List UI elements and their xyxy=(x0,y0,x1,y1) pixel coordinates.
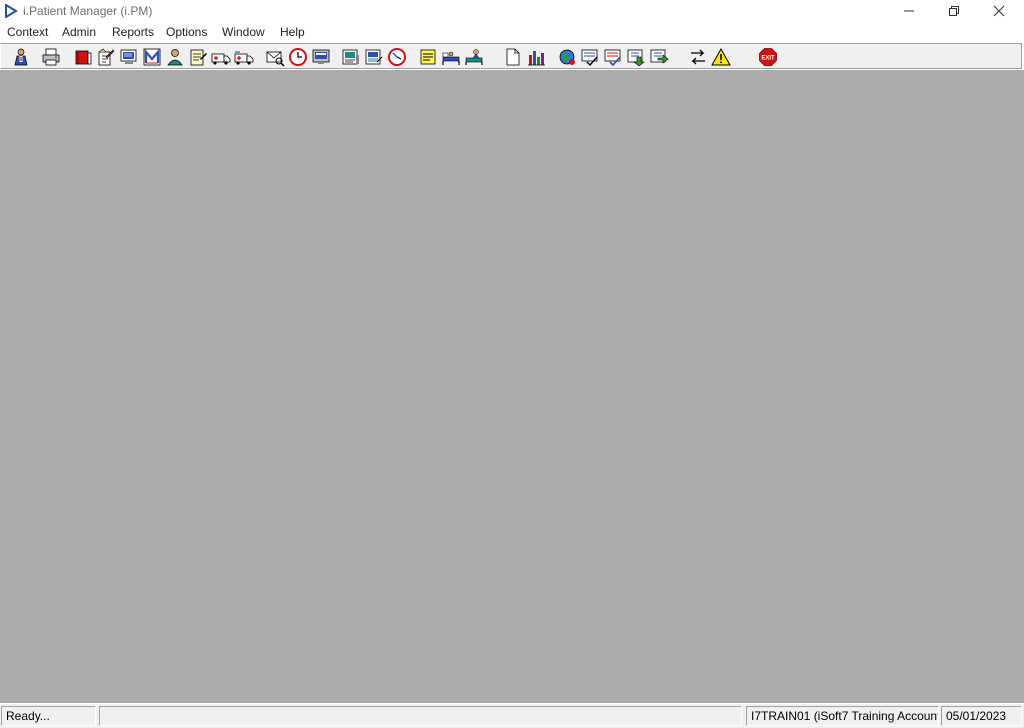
toolbar-button-ambulance[interactable] xyxy=(211,47,231,67)
menu-reports[interactable]: Reports xyxy=(112,25,154,39)
folder-grid-icon xyxy=(342,49,359,65)
app-logo-icon xyxy=(5,4,18,18)
toolbar-button-bar-chart[interactable] xyxy=(526,47,546,67)
menu-options[interactable]: Options xyxy=(166,25,207,39)
minimize-icon xyxy=(903,10,914,12)
status-date: 05/01/2023 xyxy=(941,706,1022,726)
notes-icon xyxy=(420,49,436,65)
mdi-workspace xyxy=(0,70,1024,703)
checklist-alt-icon xyxy=(604,49,621,67)
patient-icon xyxy=(14,48,28,66)
ambulance-icon xyxy=(211,53,231,65)
toolbar-button-m[interactable] xyxy=(142,47,162,67)
m-letter-icon xyxy=(143,48,161,66)
blank-document-icon xyxy=(506,48,520,66)
status-message xyxy=(99,706,742,726)
folder-list-icon xyxy=(365,49,383,65)
toolbar-button-refresh-down[interactable] xyxy=(626,47,646,67)
checklist-icon xyxy=(581,49,598,67)
warning-icon xyxy=(711,47,731,66)
close-icon xyxy=(993,5,1004,17)
toolbar-button-folder-list[interactable] xyxy=(364,47,384,67)
menu-admin[interactable]: Admin xyxy=(62,25,96,39)
status-user: I7TRAIN01 (iSoft7 Training Account) xyxy=(746,706,939,726)
toolbar-button-exit[interactable]: EXIT xyxy=(758,47,778,67)
menu-bar: Context Admin Reports Options Window Hel… xyxy=(0,23,1024,42)
notepad-icon xyxy=(190,49,207,66)
toolbar-button-bed-person[interactable] xyxy=(464,47,484,67)
print-icon xyxy=(42,48,60,66)
bed-person-icon xyxy=(465,49,483,65)
toolbar-button-warning[interactable] xyxy=(711,47,731,67)
toolbar-button-refresh-right[interactable] xyxy=(649,47,669,67)
swap-icon xyxy=(691,49,705,65)
restore-button[interactable] xyxy=(931,0,976,22)
exit-icon-label: EXIT xyxy=(761,56,775,62)
menu-context[interactable]: Context xyxy=(7,25,48,39)
ambulance-alt-icon xyxy=(234,51,254,65)
globe-icon xyxy=(559,49,575,65)
close-button[interactable] xyxy=(976,0,1021,22)
screen-icon xyxy=(312,49,330,64)
menu-help[interactable]: Help xyxy=(280,25,305,39)
toolbar-button-mail-search[interactable] xyxy=(265,47,285,67)
window-title: i.Patient Manager (i.PM) xyxy=(23,4,153,18)
toolbar-button-notepad[interactable] xyxy=(188,47,208,67)
toolbar-button-swap[interactable] xyxy=(688,47,708,67)
edit-document-icon xyxy=(98,48,115,66)
toolbar-button-edit-document[interactable] xyxy=(96,47,116,67)
bed-icon xyxy=(442,51,460,65)
toolbar-button-monitor-list[interactable] xyxy=(119,47,139,67)
book-icon xyxy=(75,50,92,65)
toolbar-button-clock[interactable] xyxy=(288,47,308,67)
refresh-down-icon xyxy=(627,49,645,67)
restore-icon xyxy=(948,6,959,16)
gauge-icon xyxy=(388,48,406,66)
toolbar-button-ambulance-alt[interactable] xyxy=(234,47,254,67)
toolbar-button-notes[interactable] xyxy=(418,47,438,67)
toolbar-button-folder-grid[interactable] xyxy=(341,47,361,67)
menu-window[interactable]: Window xyxy=(222,25,265,39)
toolbar-button-gauge[interactable] xyxy=(387,47,407,67)
toolbar-button-patient[interactable] xyxy=(11,47,31,67)
toolbar-button-checklist-alt[interactable] xyxy=(603,47,623,67)
clock-icon xyxy=(289,48,307,66)
toolbar-button-book[interactable] xyxy=(73,47,93,67)
bar-chart-icon xyxy=(528,51,545,66)
toolbar-button-print[interactable] xyxy=(41,47,61,67)
toolbar: EXIT xyxy=(0,43,1022,69)
refresh-right-icon xyxy=(650,49,669,64)
toolbar-button-checklist[interactable] xyxy=(580,47,600,67)
toolbar-button-blank-document[interactable] xyxy=(503,47,523,67)
exit-icon: EXIT xyxy=(759,48,777,66)
person-icon xyxy=(167,49,183,66)
status-ready: Ready... xyxy=(1,706,96,726)
title-bar: i.Patient Manager (i.PM) xyxy=(0,0,1024,22)
toolbar-button-person[interactable] xyxy=(165,47,185,67)
toolbar-button-globe[interactable] xyxy=(557,47,577,67)
toolbar-button-screen[interactable] xyxy=(311,47,331,67)
mail-search-icon xyxy=(266,51,285,67)
monitor-list-icon xyxy=(120,49,137,64)
status-bar: Ready... I7TRAIN01 (iSoft7 Training Acco… xyxy=(0,704,1024,728)
toolbar-button-bed[interactable] xyxy=(441,47,461,67)
minimize-button[interactable] xyxy=(886,0,931,22)
